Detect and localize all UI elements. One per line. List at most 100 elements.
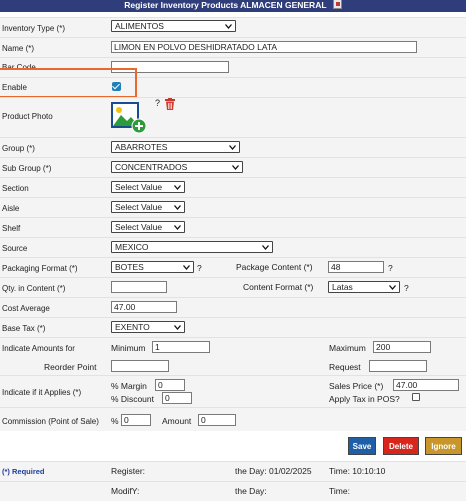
source-value: MEXICO: [115, 242, 149, 252]
base-tax-select[interactable]: EXENTO: [111, 321, 185, 333]
aisle-label: Aisle: [2, 204, 20, 213]
inventory-type-select[interactable]: ALIMENTOS: [111, 20, 236, 32]
base-tax-label: Base Tax (*): [2, 324, 46, 333]
content-format-help[interactable]: ?: [404, 283, 409, 293]
modify-time: Time:: [329, 486, 350, 496]
content-format-select[interactable]: Latas: [328, 281, 400, 293]
name-input[interactable]: LIMON EN POLVO DESHIDRATADO LATA: [111, 41, 417, 53]
row-sub-group: Sub Group (*) CONCENTRADOS: [0, 157, 466, 177]
inventory-type-label: Inventory Type (*): [2, 24, 65, 33]
minimum-label: Minimum: [111, 343, 146, 353]
chevron-down-icon: [174, 185, 181, 190]
page-title: Register Inventory Products ALMACEN GENE…: [0, 0, 466, 12]
packaging-format-value: BOTES: [115, 262, 144, 272]
commission-amount-input[interactable]: 0: [198, 414, 236, 426]
cost-average-input[interactable]: 47.00: [111, 301, 177, 313]
modify-label: ModifY:: [111, 486, 140, 496]
row-shelf: Shelf Select Value: [0, 217, 466, 237]
source-select[interactable]: MEXICO: [111, 241, 273, 253]
chevron-down-icon: [225, 24, 232, 29]
sub-group-value: CONCENTRADOS: [115, 162, 188, 172]
chevron-down-icon: [229, 145, 236, 150]
button-bar: Save Delete Ignore: [0, 431, 466, 461]
row-group: Group (*) ABARROTES: [0, 137, 466, 157]
shelf-value: Select Value: [115, 222, 163, 232]
packaging-format-select[interactable]: BOTES: [111, 261, 194, 273]
page-title-text: Register Inventory Products ALMACEN GENE…: [124, 0, 327, 10]
row-product-photo: Product Photo ?: [0, 97, 466, 137]
request-label: Request: [329, 362, 361, 372]
add-photo-icon[interactable]: [111, 102, 147, 134]
request-input[interactable]: [369, 360, 427, 372]
minimum-input[interactable]: 1: [152, 341, 210, 353]
aisle-select[interactable]: Select Value: [111, 201, 185, 213]
group-value: ABARROTES: [115, 142, 168, 152]
sales-price-input[interactable]: 47.00: [393, 379, 459, 391]
delete-button[interactable]: Delete: [383, 437, 419, 455]
section-label: Section: [2, 184, 29, 193]
chevron-down-icon: [232, 165, 239, 170]
required-note: (*) Required: [2, 467, 45, 476]
section-value: Select Value: [115, 182, 163, 192]
content-format-label: Content Format (*): [243, 282, 314, 292]
package-content-input[interactable]: 48: [328, 261, 384, 273]
shelf-select[interactable]: Select Value: [111, 221, 185, 233]
row-amounts: Indicate Amounts for Minimum 1 Maximum 2…: [0, 337, 466, 375]
reorder-point-input[interactable]: [111, 360, 169, 372]
applies-label: Indicate if it Applies (*): [2, 388, 82, 397]
package-content-label: Package Content (*): [236, 262, 313, 272]
commission-amount-label: Amount: [162, 416, 192, 426]
group-select[interactable]: ABARROTES: [111, 141, 240, 153]
discount-label: % Discount: [111, 394, 154, 404]
register-time: Time: 10:10:10: [329, 466, 386, 476]
trash-icon[interactable]: [164, 98, 176, 111]
margin-input[interactable]: 0: [155, 379, 185, 391]
chevron-down-icon: [174, 325, 181, 330]
row-source: Source MEXICO: [0, 237, 466, 257]
package-content-help[interactable]: ?: [388, 263, 393, 273]
margin-label: % Margin: [111, 381, 147, 391]
packaging-format-help[interactable]: ?: [197, 263, 202, 273]
footer-row-modify: ModifY: the Day: Time:: [0, 481, 466, 501]
source-label: Source: [2, 244, 28, 253]
commission-label: Commission (Point of Sale): [2, 417, 99, 426]
aisle-value: Select Value: [115, 202, 163, 212]
row-aisle: Aisle Select Value: [0, 197, 466, 217]
register-day: the Day: 01/02/2025: [235, 466, 312, 476]
print-icon[interactable]: [332, 0, 342, 9]
inventory-type-value: ALIMENTOS: [115, 21, 164, 31]
sub-group-select[interactable]: CONCENTRADOS: [111, 161, 243, 173]
content-format-value: Latas: [332, 282, 353, 292]
section-select[interactable]: Select Value: [111, 181, 185, 193]
row-inventory-type: Inventory Type (*) ALIMENTOS: [0, 17, 466, 37]
amounts-label: Indicate Amounts for: [2, 344, 75, 353]
chevron-down-icon: [174, 205, 181, 210]
name-label: Name (*): [2, 44, 35, 53]
cost-average-label: Cost Average: [2, 304, 50, 313]
product-photo-label: Product Photo: [2, 112, 53, 121]
modify-day: the Day:: [235, 486, 267, 496]
footer-row-register: (*) Required Register: the Day: 01/02/20…: [0, 461, 466, 481]
chevron-down-icon: [389, 285, 396, 290]
row-commission: Commission (Point of Sale) % 0 Amount 0: [0, 407, 466, 431]
annotation-highlight: [0, 68, 137, 98]
save-button[interactable]: Save: [348, 437, 376, 455]
chevron-down-icon: [174, 225, 181, 230]
group-label: Group (*): [2, 144, 35, 153]
maximum-input[interactable]: 200: [373, 341, 431, 353]
sales-price-label: Sales Price (*): [329, 381, 384, 391]
qty-in-content-input[interactable]: [111, 281, 167, 293]
commission-percent-input[interactable]: 0: [121, 414, 151, 426]
ignore-button[interactable]: Ignore: [425, 437, 462, 455]
apply-tax-label: Apply Tax in POS?: [329, 394, 400, 404]
chevron-down-icon: [262, 245, 269, 250]
photo-help[interactable]: ?: [155, 98, 160, 108]
row-cost-average: Cost Average 47.00: [0, 297, 466, 317]
discount-input[interactable]: 0: [162, 392, 192, 404]
apply-tax-checkbox[interactable]: [412, 393, 420, 401]
row-packaging: Packaging Format (*) BOTES ? Package Con…: [0, 257, 466, 277]
row-base-tax: Base Tax (*) EXENTO: [0, 317, 466, 337]
commission-percent-label: %: [111, 416, 119, 426]
base-tax-value: EXENTO: [115, 322, 150, 332]
chevron-down-icon: [183, 265, 190, 270]
